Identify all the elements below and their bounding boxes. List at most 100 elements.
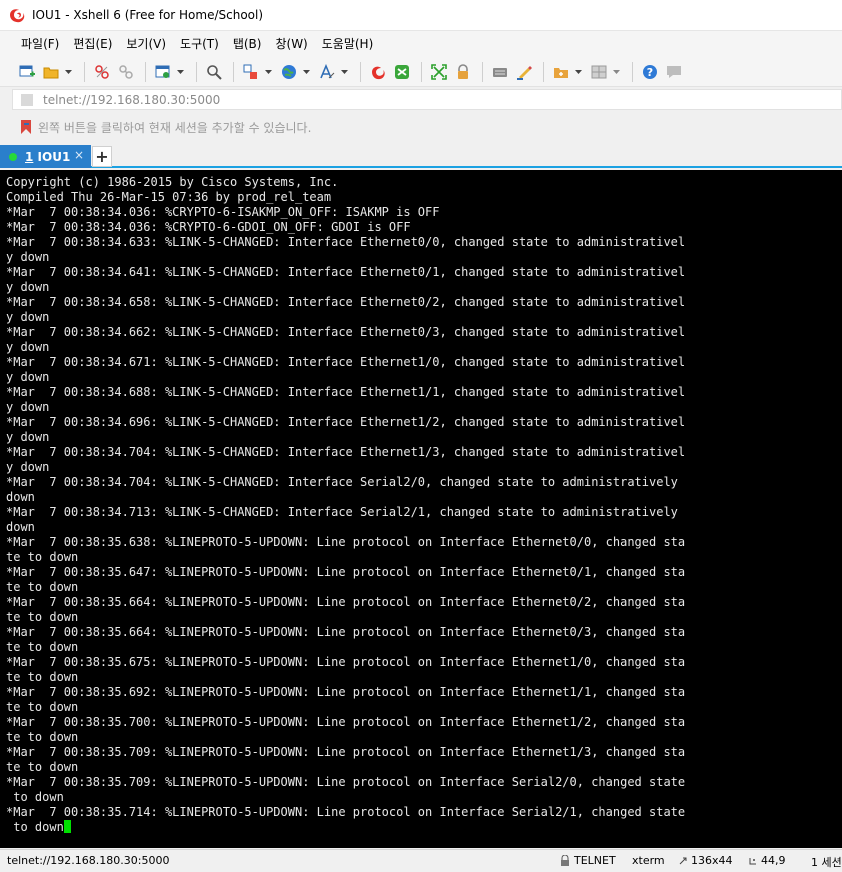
terminal-line-text: y down (6, 340, 50, 354)
terminal-line: *Mar 7 00:38:34.662: %LINK-5-CHANGED: In… (6, 325, 842, 340)
open-folder-icon[interactable] (40, 61, 62, 83)
fullscreen-icon[interactable] (428, 61, 450, 83)
terminal-line-text: *Mar 7 00:38:34.704: %LINK-5-CHANGED: In… (6, 475, 678, 489)
status-size-text: 136x44 (691, 854, 733, 867)
terminal-line: to down (6, 790, 842, 805)
chevron-down-icon[interactable] (302, 61, 310, 83)
terminal-line-text: *Mar 7 00:38:34.662: %LINK-5-CHANGED: In… (6, 325, 686, 339)
globe-icon[interactable] (278, 61, 300, 83)
terminal-line: te to down (6, 640, 842, 655)
terminal-line: *Mar 7 00:38:34.633: %LINK-5-CHANGED: In… (6, 235, 842, 250)
layout-icon[interactable] (588, 61, 610, 83)
terminal-line: *Mar 7 00:38:35.675: %LINEPROTO-5-UPDOWN… (6, 655, 842, 670)
terminal-line: *Mar 7 00:38:35.664: %LINEPROTO-5-UPDOWN… (6, 625, 842, 640)
chat-icon[interactable] (663, 61, 685, 83)
terminal-line-text: *Mar 7 00:38:35.709: %LINEPROTO-5-UPDOWN… (6, 745, 686, 759)
find-icon[interactable] (203, 61, 225, 83)
terminal-output[interactable]: Copyright (c) 1986-2015 by Cisco Systems… (0, 170, 842, 848)
terminal-line: *Mar 7 00:38:35.709: %LINEPROTO-5-UPDOWN… (6, 775, 842, 790)
toolbar-separator (421, 61, 422, 82)
terminal-line: te to down (6, 580, 842, 595)
chevron-down-icon[interactable] (64, 61, 72, 83)
terminal-line: *Mar 7 00:38:35.692: %LINEPROTO-5-UPDOWN… (6, 685, 842, 700)
terminal-line-text: *Mar 7 00:38:34.036: %CRYPTO-6-ISAKMP_ON… (6, 205, 440, 219)
terminal-line-text: y down (6, 460, 50, 474)
terminal-line-text: *Mar 7 00:38:35.675: %LINEPROTO-5-UPDOWN… (6, 655, 686, 669)
terminal-line-text: to down (6, 820, 64, 834)
status-bar: telnet://192.168.180.30:5000 TELNET xter… (0, 849, 842, 872)
highlight-icon[interactable] (513, 61, 535, 83)
new-tab-icon[interactable] (550, 61, 572, 83)
disconnect-icon[interactable] (91, 61, 113, 83)
status-size: 136x44 (678, 854, 733, 867)
terminal-line: *Mar 7 00:38:34.688: %LINK-5-CHANGED: In… (6, 385, 842, 400)
terminal-line-text: down (6, 520, 35, 534)
terminal-line-text: *Mar 7 00:38:35.647: %LINEPROTO-5-UPDOWN… (6, 565, 686, 579)
menu-help[interactable]: 도움말(H) (315, 33, 381, 55)
terminal-line-text: *Mar 7 00:38:35.692: %LINEPROTO-5-UPDOWN… (6, 685, 686, 699)
terminal-line: Copyright (c) 1986-2015 by Cisco Systems… (6, 175, 842, 190)
terminal-line-text: *Mar 7 00:38:35.714: %LINEPROTO-5-UPDOWN… (6, 805, 686, 819)
chevron-down-icon[interactable] (612, 61, 620, 83)
chevron-down-icon[interactable] (340, 61, 348, 83)
toolbar: ? (0, 57, 842, 87)
terminal-line-text: y down (6, 280, 50, 294)
terminal-line-text: to down (6, 790, 64, 804)
terminal-line-text: y down (6, 430, 50, 444)
terminal-line: te to down (6, 550, 842, 565)
terminal-line: *Mar 7 00:38:35.714: %LINEPROTO-5-UPDOWN… (6, 805, 842, 820)
toolbar-separator (482, 61, 483, 82)
terminal-line-text: te to down (6, 700, 79, 714)
address-bar[interactable]: telnet://192.168.180.30:5000 (12, 89, 842, 110)
status-cursor-pos-text: 44,9 (761, 854, 786, 867)
xftp-icon[interactable] (367, 61, 389, 83)
tab-number: 1 (25, 149, 34, 164)
transfer-icon[interactable] (240, 61, 262, 83)
close-icon[interactable]: × (74, 148, 84, 162)
chevron-down-icon[interactable] (176, 61, 184, 83)
new-session-icon[interactable] (16, 61, 38, 83)
chevron-down-icon[interactable] (574, 61, 582, 83)
status-address: telnet://192.168.180.30:5000 (7, 854, 170, 867)
bookmark-icon (21, 120, 31, 134)
properties-icon[interactable] (152, 61, 174, 83)
status-protocol: TELNET (560, 854, 616, 867)
toolbar-separator (145, 61, 146, 82)
menu-tools[interactable]: 도구(T) (173, 33, 226, 55)
terminal-line-text: y down (6, 370, 50, 384)
terminal-cursor (63, 820, 71, 833)
keyboard-icon[interactable] (489, 61, 511, 83)
toolbar-separator (196, 61, 197, 82)
menu-tab[interactable]: 탭(B) (226, 33, 269, 55)
terminal-line: *Mar 7 00:38:34.036: %CRYPTO-6-ISAKMP_ON… (6, 205, 842, 220)
xmanager-icon[interactable] (391, 61, 413, 83)
menu-view[interactable]: 보기(V) (119, 33, 173, 55)
chevron-down-icon[interactable] (264, 61, 272, 83)
terminal-line-text: te to down (6, 580, 79, 594)
terminal-line-text: *Mar 7 00:38:34.704: %LINK-5-CHANGED: In… (6, 445, 686, 459)
terminal-line-text: *Mar 7 00:38:35.664: %LINEPROTO-5-UPDOWN… (6, 595, 686, 609)
terminal-line-text: Compiled Thu 26-Mar-15 07:36 by prod_rel… (6, 190, 332, 204)
font-icon[interactable] (316, 61, 338, 83)
help-icon[interactable]: ? (639, 61, 661, 83)
toolbar-separator (84, 61, 85, 82)
address-icon (21, 93, 33, 106)
menu-edit[interactable]: 편집(E) (66, 33, 119, 55)
session-hint-bar: 왼쪽 버튼을 클릭하여 현재 세션을 추가할 수 있습니다. (12, 115, 842, 139)
reconnect-icon[interactable] (115, 61, 137, 83)
terminal-line-text: *Mar 7 00:38:35.709: %LINEPROTO-5-UPDOWN… (6, 775, 686, 789)
terminal-line: to down (6, 820, 842, 835)
lock-icon[interactable] (452, 61, 474, 83)
menu-window[interactable]: 창(W) (268, 33, 314, 55)
menu-file[interactable]: 파일(F) (14, 33, 66, 55)
terminal-line-text: *Mar 7 00:38:34.633: %LINK-5-CHANGED: In… (6, 235, 686, 249)
terminal-line: te to down (6, 670, 842, 685)
terminal-line-text: *Mar 7 00:38:34.688: %LINK-5-CHANGED: In… (6, 385, 686, 399)
terminal-line: y down (6, 340, 842, 355)
terminal-line: y down (6, 310, 842, 325)
terminal-line: y down (6, 370, 842, 385)
add-tab-button[interactable]: + (92, 146, 112, 167)
tab-iou1[interactable]: 1 IOU1 × (0, 145, 91, 168)
terminal-line: *Mar 7 00:38:35.638: %LINEPROTO-5-UPDOWN… (6, 535, 842, 550)
terminal-line: y down (6, 280, 842, 295)
